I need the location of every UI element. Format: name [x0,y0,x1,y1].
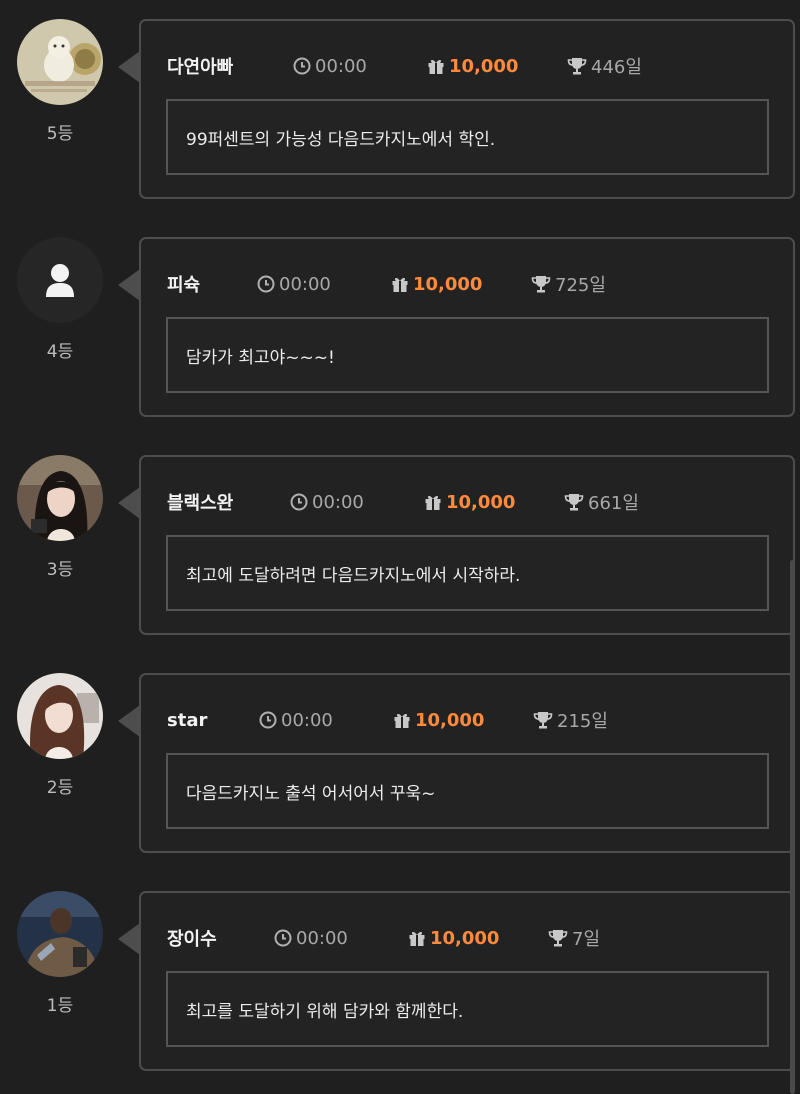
days-value: 7일 [572,929,601,950]
time-value: 00:00 [279,273,331,295]
ranking-entry: 2등 star 00:00 10,000 215일 다음드카지노 출석 어서어서… [0,673,800,857]
time-info: 00:00 [274,925,348,951]
time-info: 00:00 [290,489,364,515]
user-name[interactable]: star [167,707,207,733]
avatar[interactable] [17,891,103,977]
card-pointer [118,923,140,955]
avatar[interactable] [17,237,103,323]
time-info: 00:00 [257,271,331,297]
days-value: 725일 [555,275,606,296]
time-value: 00:00 [281,709,333,731]
comment-message: 담카가 최고야~~~! [166,317,769,393]
clock-icon [257,275,275,293]
amount-value: 10,000 [415,709,485,731]
default-user-icon [17,237,103,323]
time-value: 00:00 [315,55,367,77]
avatar[interactable] [17,673,103,759]
trophy-icon [533,712,553,729]
card-pointer [118,51,140,83]
brown-hair-portrait-image [17,673,103,759]
amount-value: 10,000 [446,491,516,513]
scrollbar[interactable] [790,560,795,1094]
trophy-icon [564,494,584,511]
comment-card: 블랙스완 00:00 10,000 661일 최고에 도달하려면 다음드카지노에… [139,455,795,635]
comment-card: 피슉 00:00 10,000 725일 담카가 최고야~~~! [139,237,795,417]
card-pointer [118,487,140,519]
trophy-icon [567,58,587,75]
clock-icon [259,711,277,729]
days-value: 446일 [591,57,642,78]
clock-icon [274,929,292,947]
gift-icon [409,931,425,946]
rank-label: 2등 [46,778,74,798]
rank-label: 3등 [46,560,74,580]
comment-message: 최고를 도달하기 위해 담카와 함께한다. [166,971,769,1047]
card-pointer [118,269,140,301]
gift-icon [425,495,441,510]
amount-info: 10,000 [391,271,482,297]
user-name[interactable]: 다연아빠 [167,53,233,79]
avatar[interactable] [17,455,103,541]
user-name[interactable]: 피슉 [167,271,200,297]
attendance-ranking-list: 5등 다연아빠 00:00 10,000 446일 99퍼센트의 가능성 다음드… [0,0,800,1094]
days-info: 7일 [548,925,600,951]
time-info: 00:00 [293,53,367,79]
comment-message: 99퍼센트의 가능성 다음드카지노에서 학인. [166,99,769,175]
avatar[interactable] [17,19,103,105]
amount-value: 10,000 [413,273,483,295]
comment-message: 다음드카지노 출석 어서어서 꾸욱~ [166,753,769,829]
days-value: 661일 [588,493,639,514]
comment-card: star 00:00 10,000 215일 다음드카지노 출석 어서어서 꾸욱… [139,673,795,853]
gift-icon [428,59,444,74]
card-pointer [118,705,140,737]
ranking-entry: 5등 다연아빠 00:00 10,000 446일 99퍼센트의 가능성 다음드… [0,19,800,203]
ranking-entry: 3등 블랙스완 00:00 10,000 661일 최고에 도달하려면 다음드카… [0,455,800,639]
amount-info: 10,000 [408,925,499,951]
days-info: 661일 [564,489,639,515]
rank-label: 5등 [46,124,74,144]
amount-info: 10,000 [427,53,518,79]
dark-hair-portrait-image [17,455,103,541]
rank-label: 4등 [46,342,74,362]
days-value: 215일 [557,711,608,732]
movie-still-portrait-image [17,891,103,977]
time-value: 00:00 [312,491,364,513]
trophy-icon [531,276,551,293]
days-info: 725일 [531,271,606,297]
amount-info: 10,000 [393,707,484,733]
comment-card: 다연아빠 00:00 10,000 446일 99퍼센트의 가능성 다음드카지노… [139,19,795,199]
clock-icon [293,57,311,75]
days-info: 215일 [533,707,608,733]
comment-card: 장이수 00:00 10,000 7일 최고를 도달하기 위해 담카와 함께한다… [139,891,795,1071]
amount-info: 10,000 [424,489,515,515]
rank-label: 1등 [46,996,74,1016]
ranking-entry: 1등 장이수 00:00 10,000 7일 최고를 도달하기 위해 담카와 함… [0,891,800,1075]
gift-icon [394,713,410,728]
time-info: 00:00 [259,707,333,733]
comment-message: 최고에 도달하려면 다음드카지노에서 시작하라. [166,535,769,611]
time-value: 00:00 [296,927,348,949]
user-name[interactable]: 블랙스완 [167,489,233,515]
ranking-entry: 4등 피슉 00:00 10,000 725일 담카가 최고야~~~! [0,237,800,421]
user-name[interactable]: 장이수 [167,925,217,951]
cat-drawing-avatar-image [17,19,103,105]
clock-icon [290,493,308,511]
gift-icon [392,277,408,292]
trophy-icon [548,930,568,947]
amount-value: 10,000 [449,55,519,77]
amount-value: 10,000 [430,927,500,949]
days-info: 446일 [567,53,642,79]
